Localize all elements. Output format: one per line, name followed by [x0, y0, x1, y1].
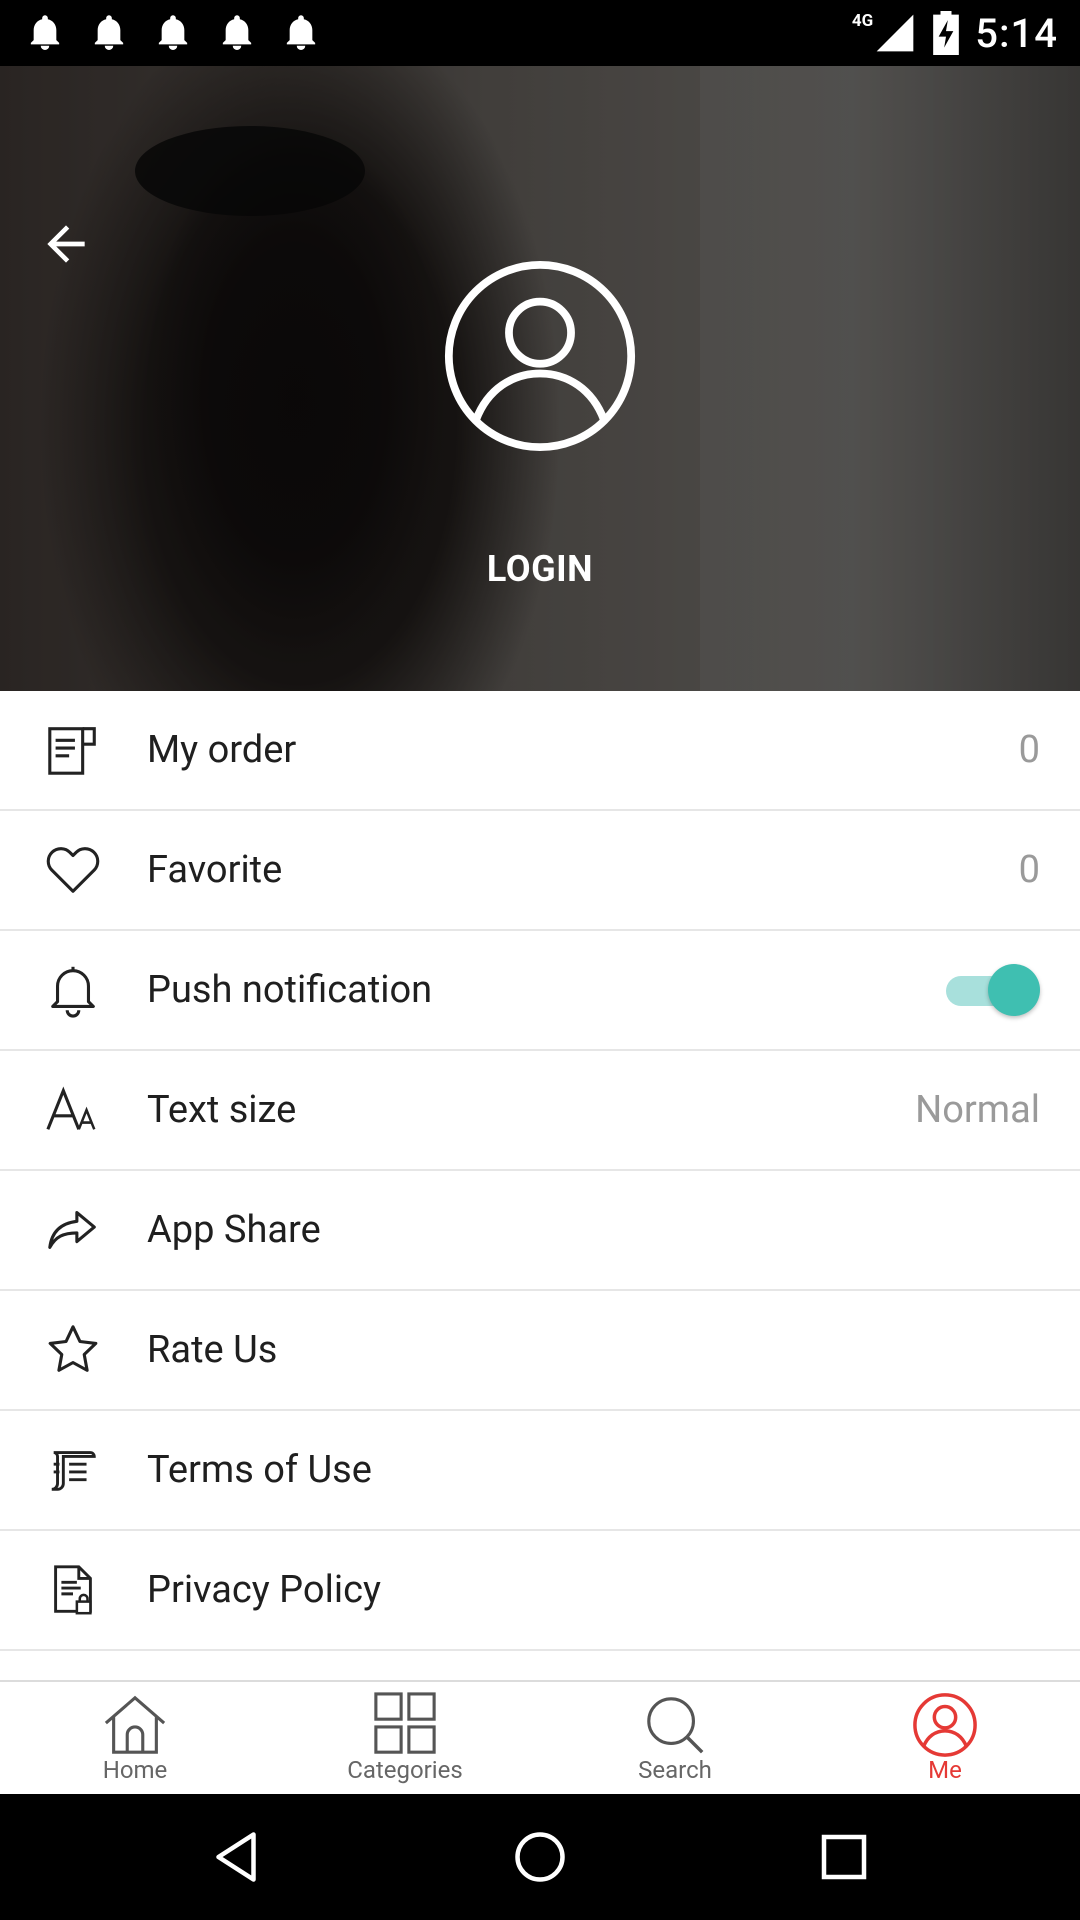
system-navigation-bar [0, 1794, 1080, 1920]
status-bar: 4G 5:14 [0, 0, 1080, 66]
menu-item-favorite[interactable]: Favorite 0 [0, 811, 1080, 931]
nav-me[interactable]: Me [810, 1682, 1080, 1794]
recents-square-icon[interactable] [814, 1827, 874, 1887]
notification-bell-icon [286, 15, 316, 50]
status-time: 5:14 [975, 9, 1058, 57]
nav-me-label: Me [928, 1756, 962, 1784]
notification-icons [28, 14, 318, 52]
notification-bell-icon [158, 15, 188, 50]
menu-item-label: Privacy Policy [147, 1568, 381, 1612]
avatar-placeholder-icon[interactable] [443, 259, 637, 453]
signal-icon [876, 14, 914, 52]
grid-icon [374, 1692, 436, 1754]
home-circle-icon[interactable] [510, 1827, 570, 1887]
menu-item-terms-of-use[interactable]: Terms of Use [0, 1411, 1080, 1531]
search-icon [647, 1697, 704, 1754]
menu-item-label: My order [147, 728, 297, 772]
star-icon [48, 1325, 98, 1372]
network-type-label: 4G [851, 11, 874, 31]
menu-item-my-order[interactable]: My order 0 [0, 691, 1080, 811]
menu-item-push-notification: Push notification [0, 931, 1080, 1051]
menu-item-label: Rate Us [147, 1328, 278, 1372]
order-list-icon [48, 727, 96, 775]
nav-home-label: Home [102, 1756, 168, 1784]
menu-item-label: Text size [147, 1088, 297, 1132]
nav-search[interactable]: Search [540, 1682, 810, 1794]
back-triangle-icon[interactable] [206, 1827, 266, 1887]
menu-item-privacy-policy[interactable]: Privacy Policy [0, 1531, 1080, 1651]
menu-item-label: Favorite [147, 848, 283, 892]
bell-icon [51, 966, 95, 1018]
settings-menu: My order 0 Favorite 0 Push notification … [0, 691, 1080, 1651]
profile-header: LOGIN [0, 66, 1080, 691]
menu-item-label: Push notification [147, 968, 433, 1012]
text-size-value: Normal [915, 1088, 1040, 1132]
push-notification-toggle[interactable] [944, 962, 1040, 1018]
battery-charging-icon [933, 11, 960, 55]
notification-bell-icon [30, 15, 60, 50]
menu-item-label: Terms of Use [147, 1448, 372, 1492]
share-icon [48, 1211, 96, 1249]
notification-bell-icon [94, 15, 124, 50]
heart-icon [46, 847, 100, 893]
back-arrow-icon[interactable] [38, 216, 94, 272]
menu-item-rate-us[interactable]: Rate Us [0, 1291, 1080, 1411]
notification-bell-icon [222, 15, 252, 50]
profile-icon [913, 1693, 977, 1757]
favorite-count: 0 [1018, 848, 1040, 892]
toggle-knob [988, 964, 1040, 1016]
nav-search-label: Search [638, 1756, 712, 1784]
privacy-document-icon [54, 1565, 92, 1615]
menu-item-app-share[interactable]: App Share [0, 1171, 1080, 1291]
menu-item-label: App Share [147, 1208, 321, 1252]
login-button[interactable]: LOGIN [0, 548, 1080, 590]
bottom-navigation: Home Categories Search Me [0, 1680, 1080, 1794]
nav-home[interactable]: Home [0, 1682, 270, 1794]
status-indicators: 4G 5:14 [852, 10, 1058, 57]
home-icon [104, 1695, 166, 1754]
nav-categories-label: Categories [347, 1756, 463, 1784]
nav-categories[interactable]: Categories [270, 1682, 540, 1794]
text-size-icon [46, 1086, 96, 1130]
terms-document-icon [51, 1451, 96, 1491]
order-count: 0 [1018, 728, 1040, 772]
menu-item-text-size[interactable]: Text size Normal [0, 1051, 1080, 1171]
